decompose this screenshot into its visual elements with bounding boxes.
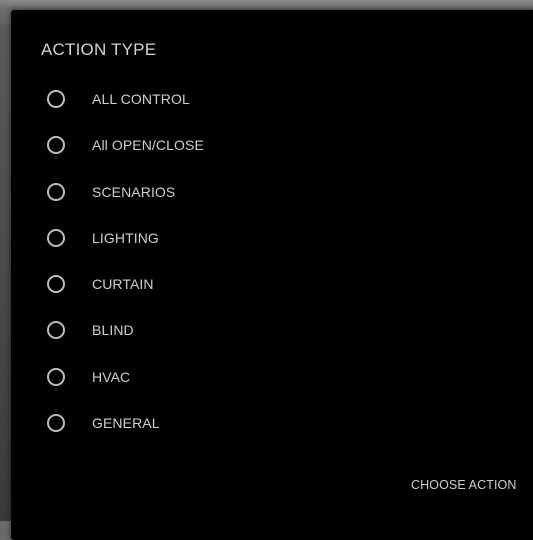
radio-button-general[interactable]: [47, 414, 65, 433]
option-label-lighting: LIGHTING: [92, 229, 159, 246]
radio-button-blind[interactable]: [47, 321, 65, 340]
option-all-open-close[interactable]: All OPEN/CLOSE: [11, 122, 531, 168]
choose-action-button[interactable]: CHOOSE ACTION: [403, 472, 524, 498]
option-lighting[interactable]: LIGHTING: [11, 215, 531, 261]
action-type-radio-group: ALL CONTROL All OPEN/CLOSE SCENARIOS LIG…: [11, 76, 531, 446]
option-blind[interactable]: BLIND: [11, 307, 531, 353]
radio-button-all-control[interactable]: [47, 90, 65, 108]
option-general[interactable]: GENERAL: [11, 400, 531, 446]
radio-button-hvac[interactable]: [47, 367, 65, 386]
option-label-blind: BLIND: [92, 322, 134, 339]
radio-button-scenarios[interactable]: [47, 182, 65, 201]
option-curtain[interactable]: CURTAIN: [11, 261, 531, 307]
option-label-all-open-close: All OPEN/CLOSE: [92, 137, 204, 154]
option-label-hvac: HVAC: [92, 368, 131, 385]
option-label-scenarios: SCENARIOS: [92, 183, 176, 200]
option-label-curtain: CURTAIN: [92, 276, 154, 293]
option-all-control[interactable]: ALL CONTROL: [11, 76, 531, 122]
option-hvac[interactable]: HVAC: [11, 354, 531, 400]
radio-button-curtain[interactable]: [47, 275, 65, 294]
radio-button-all-open-close[interactable]: [47, 136, 65, 155]
action-type-dialog: ACTION TYPE ALL CONTROL All OPEN/CLOSE S…: [11, 10, 533, 540]
option-label-general: GENERAL: [92, 415, 160, 432]
dialog-title: ACTION TYPE: [41, 40, 157, 59]
option-scenarios[interactable]: SCENARIOS: [11, 169, 531, 215]
option-label-all-control: ALL CONTROL: [92, 91, 190, 107]
radio-button-lighting[interactable]: [47, 228, 65, 247]
